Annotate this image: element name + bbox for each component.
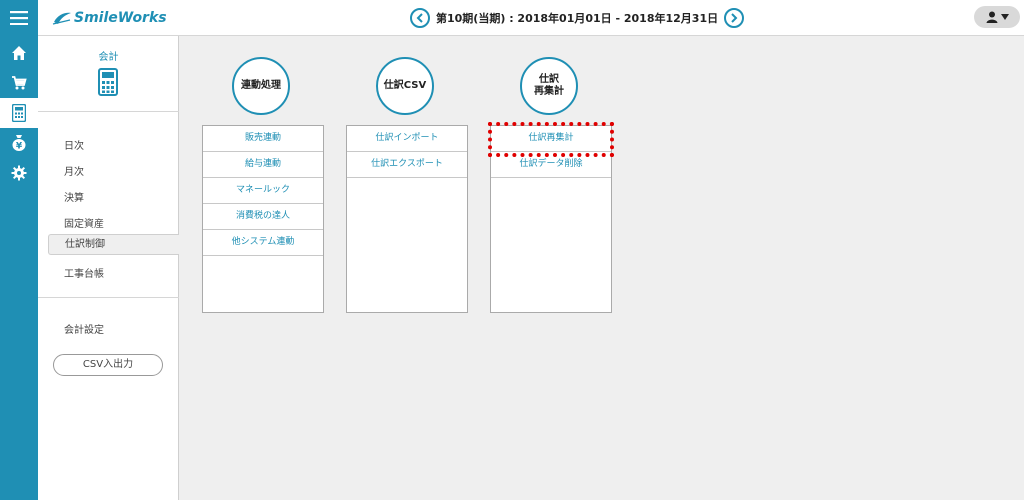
calculator-icon[interactable] xyxy=(0,98,38,128)
app-rail: ¥ xyxy=(0,0,38,500)
cart-icon[interactable] xyxy=(0,68,38,98)
menu-item-tax-master[interactable]: 消費税の達人 xyxy=(203,204,323,230)
menu-item-moneylook[interactable]: マネールック xyxy=(203,178,323,204)
sidebar-item-construction-ledger[interactable]: 工事台帳 xyxy=(64,265,104,280)
prev-period-button[interactable] xyxy=(410,8,430,28)
sidebar-item-daily[interactable]: 日次 xyxy=(64,137,84,152)
logo-text: SmileWorks xyxy=(74,10,167,26)
svg-text:¥: ¥ xyxy=(16,142,23,152)
sidebar-item-fixed-assets[interactable]: 固定資産 xyxy=(64,215,104,230)
fiscal-period-nav: 第10期(当期) : 2018年01月01日 - 2018年12月31日 xyxy=(410,7,745,29)
csv-io-button[interactable]: CSV入出力 xyxy=(53,354,163,376)
menu-item-journal-import[interactable]: 仕訳インポート xyxy=(347,126,467,152)
home-icon[interactable] xyxy=(0,38,38,68)
menu-item-journal-data-delete[interactable]: 仕訳データ削除 xyxy=(491,152,611,178)
user-icon xyxy=(986,11,997,23)
menu-item-journal-export[interactable]: 仕訳エクスポート xyxy=(347,152,467,178)
card-title-line1: 仕訳 xyxy=(539,74,559,85)
sidebar-item-monthly[interactable]: 月次 xyxy=(64,163,84,178)
card-menu: 販売連動 給与連動 マネールック 消費税の達人 他システム連動 xyxy=(202,125,324,313)
sidebar-item-journal-control[interactable]: 仕訳制御 xyxy=(48,234,179,255)
top-header: SmileWorks 第10期(当期) : 2018年01月01日 - 2018… xyxy=(38,0,1024,36)
app-logo[interactable]: SmileWorks xyxy=(52,8,167,28)
sidebar-title: 会計 xyxy=(98,52,119,63)
menu-item-sales-link[interactable]: 販売連動 xyxy=(203,126,323,152)
card-title-journal-csv: 仕訳CSV xyxy=(376,57,434,115)
sidebar-item-closing[interactable]: 決算 xyxy=(64,189,84,204)
chevron-right-icon xyxy=(731,13,738,23)
next-period-button[interactable] xyxy=(724,8,745,28)
sidebar-item-accounting-settings[interactable]: 会計設定 xyxy=(64,321,104,336)
card-title-line2: 再集計 xyxy=(534,86,564,97)
calculator-icon xyxy=(98,68,118,96)
menu-item-other-system-link[interactable]: 他システム連動 xyxy=(203,230,323,256)
card-menu: 仕訳再集計 仕訳データ削除 xyxy=(490,125,612,313)
card-title-journal-recount: 仕訳 再集計 xyxy=(520,57,578,115)
chevron-left-icon xyxy=(416,13,423,23)
caret-down-icon xyxy=(1000,14,1009,20)
money-bag-icon[interactable]: ¥ xyxy=(0,128,38,158)
gear-icon[interactable] xyxy=(0,158,38,188)
accounting-sidebar: 会計 日次 月次 決算 固定資産 仕訳制御 工事台帳 会計設定 CSV入出力 xyxy=(38,36,179,500)
fiscal-period-label: 第10期(当期) : 2018年01月01日 - 2018年12月31日 xyxy=(436,12,719,25)
sidebar-divider xyxy=(38,297,179,298)
logo-swoosh-icon xyxy=(52,12,71,25)
menu-item-journal-recount[interactable]: 仕訳再集計 xyxy=(491,126,611,152)
card-title-linked-processing: 連動処理 xyxy=(232,57,290,115)
sidebar-header: 会計 xyxy=(38,36,179,112)
menu-item-payroll-link[interactable]: 給与連動 xyxy=(203,152,323,178)
card-menu: 仕訳インポート 仕訳エクスポート xyxy=(346,125,468,313)
user-menu-button[interactable] xyxy=(974,6,1020,28)
menu-icon[interactable] xyxy=(0,0,38,36)
